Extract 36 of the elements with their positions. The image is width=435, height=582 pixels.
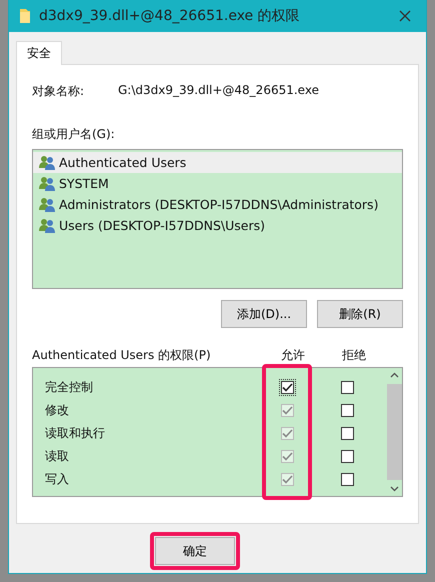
permission-name: 修改 bbox=[45, 402, 70, 419]
deny-checkbox[interactable] bbox=[341, 427, 354, 440]
users-icon bbox=[38, 176, 56, 191]
deny-checkbox[interactable] bbox=[341, 404, 354, 417]
scroll-up-icon bbox=[390, 372, 398, 378]
deny-checkbox[interactable] bbox=[341, 473, 354, 486]
permission-name: 写入 bbox=[45, 471, 70, 488]
users-icon bbox=[38, 197, 56, 212]
user-list-item[interactable]: SYSTEM bbox=[33, 173, 402, 194]
permission-name: 完全控制 bbox=[45, 379, 94, 396]
users-icon bbox=[38, 218, 56, 233]
field-label: 对象名称: bbox=[32, 83, 86, 100]
check-icon bbox=[282, 383, 293, 392]
scrollbar-thumb[interactable] bbox=[386, 384, 402, 480]
section-label: 组或用户名(G): bbox=[32, 126, 116, 143]
users-icon bbox=[38, 155, 56, 170]
object-path: G:\d3dx9_39.dll+@48_26651.exe bbox=[118, 83, 319, 99]
deny-checkbox[interactable] bbox=[341, 450, 354, 463]
user-list-item[interactable]: Users (DESKTOP-I57DDNS\Users) bbox=[33, 215, 402, 236]
allow-checkbox[interactable] bbox=[281, 381, 294, 394]
close-icon bbox=[398, 9, 412, 23]
window-title: d3dx9_39.dll+@48_26651.exe 的权限 bbox=[39, 7, 301, 25]
permission-name: 读取 bbox=[45, 448, 70, 465]
folder-icon bbox=[19, 8, 31, 24]
ok-button[interactable]: 确定 bbox=[155, 537, 235, 565]
dialog-button[interactable]: 添加(D)... bbox=[221, 300, 307, 328]
section-label: Authenticated Users 的权限(P) bbox=[32, 346, 212, 364]
tab[interactable]: 安全 bbox=[16, 41, 62, 65]
permission-name: 读取和执行 bbox=[45, 425, 106, 442]
column-header: 允许 bbox=[280, 346, 306, 364]
deny-checkbox[interactable] bbox=[341, 381, 354, 394]
user-list-item[interactable]: Administrators (DESKTOP-I57DDNS\Administrators) bbox=[33, 194, 402, 215]
dialog-button[interactable]: 删除(R) bbox=[317, 300, 403, 328]
scroll-down-icon bbox=[390, 486, 398, 492]
column-header: 拒绝 bbox=[341, 346, 367, 364]
user-list-item[interactable]: Authenticated Users bbox=[33, 152, 402, 173]
